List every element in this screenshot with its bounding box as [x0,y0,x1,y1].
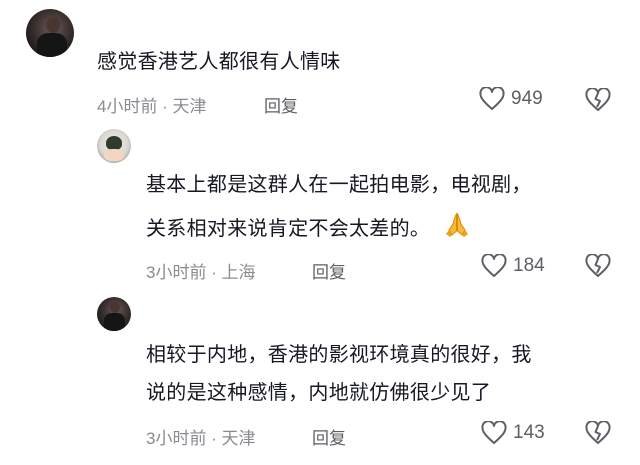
comment-text-line: 说的是这种感情，内地就仿佛很少见了 [146,380,492,404]
like-button[interactable]: 143 [481,421,545,445]
like-button[interactable]: 949 [479,87,543,111]
like-count: 143 [513,422,545,443]
dislike-button[interactable] [585,87,611,116]
heart-icon [481,421,507,445]
avatar[interactable] [97,129,131,163]
folded-hands-icon [443,210,471,249]
like-count: 184 [513,255,545,276]
comment-text-line-content: 关系相对来说肯定不会太差的。 [146,216,431,240]
heart-icon [481,254,507,278]
comment-text-line: 关系相对来说肯定不会太差的。 [146,210,471,249]
comment-text-line: 相较于内地，香港的影视环境真的很好，我 [146,342,532,366]
comment-time-location: 4小时前 · 天津 [97,97,207,116]
comment-text: 感觉香港艺人都很有人情味 [97,49,341,73]
dislike-button[interactable] [585,253,611,282]
reply-button[interactable]: 回复 [264,92,298,117]
comment-time-location: 3小时前 · 上海 [146,263,256,282]
comment-text-line: 基本上都是这群人在一起拍电影，电视剧， [146,172,532,196]
broken-heart-icon [585,253,611,282]
avatar[interactable] [97,297,131,331]
reply-button[interactable]: 回复 [312,258,346,283]
heart-icon [479,87,505,111]
dislike-button[interactable] [585,420,611,449]
broken-heart-icon [585,87,611,116]
broken-heart-icon [585,420,611,449]
like-count: 949 [511,88,543,109]
reply-button[interactable]: 回复 [312,424,346,449]
like-button[interactable]: 184 [481,254,545,278]
comment-time-location: 3小时前 · 天津 [146,429,256,448]
avatar[interactable] [26,9,74,57]
